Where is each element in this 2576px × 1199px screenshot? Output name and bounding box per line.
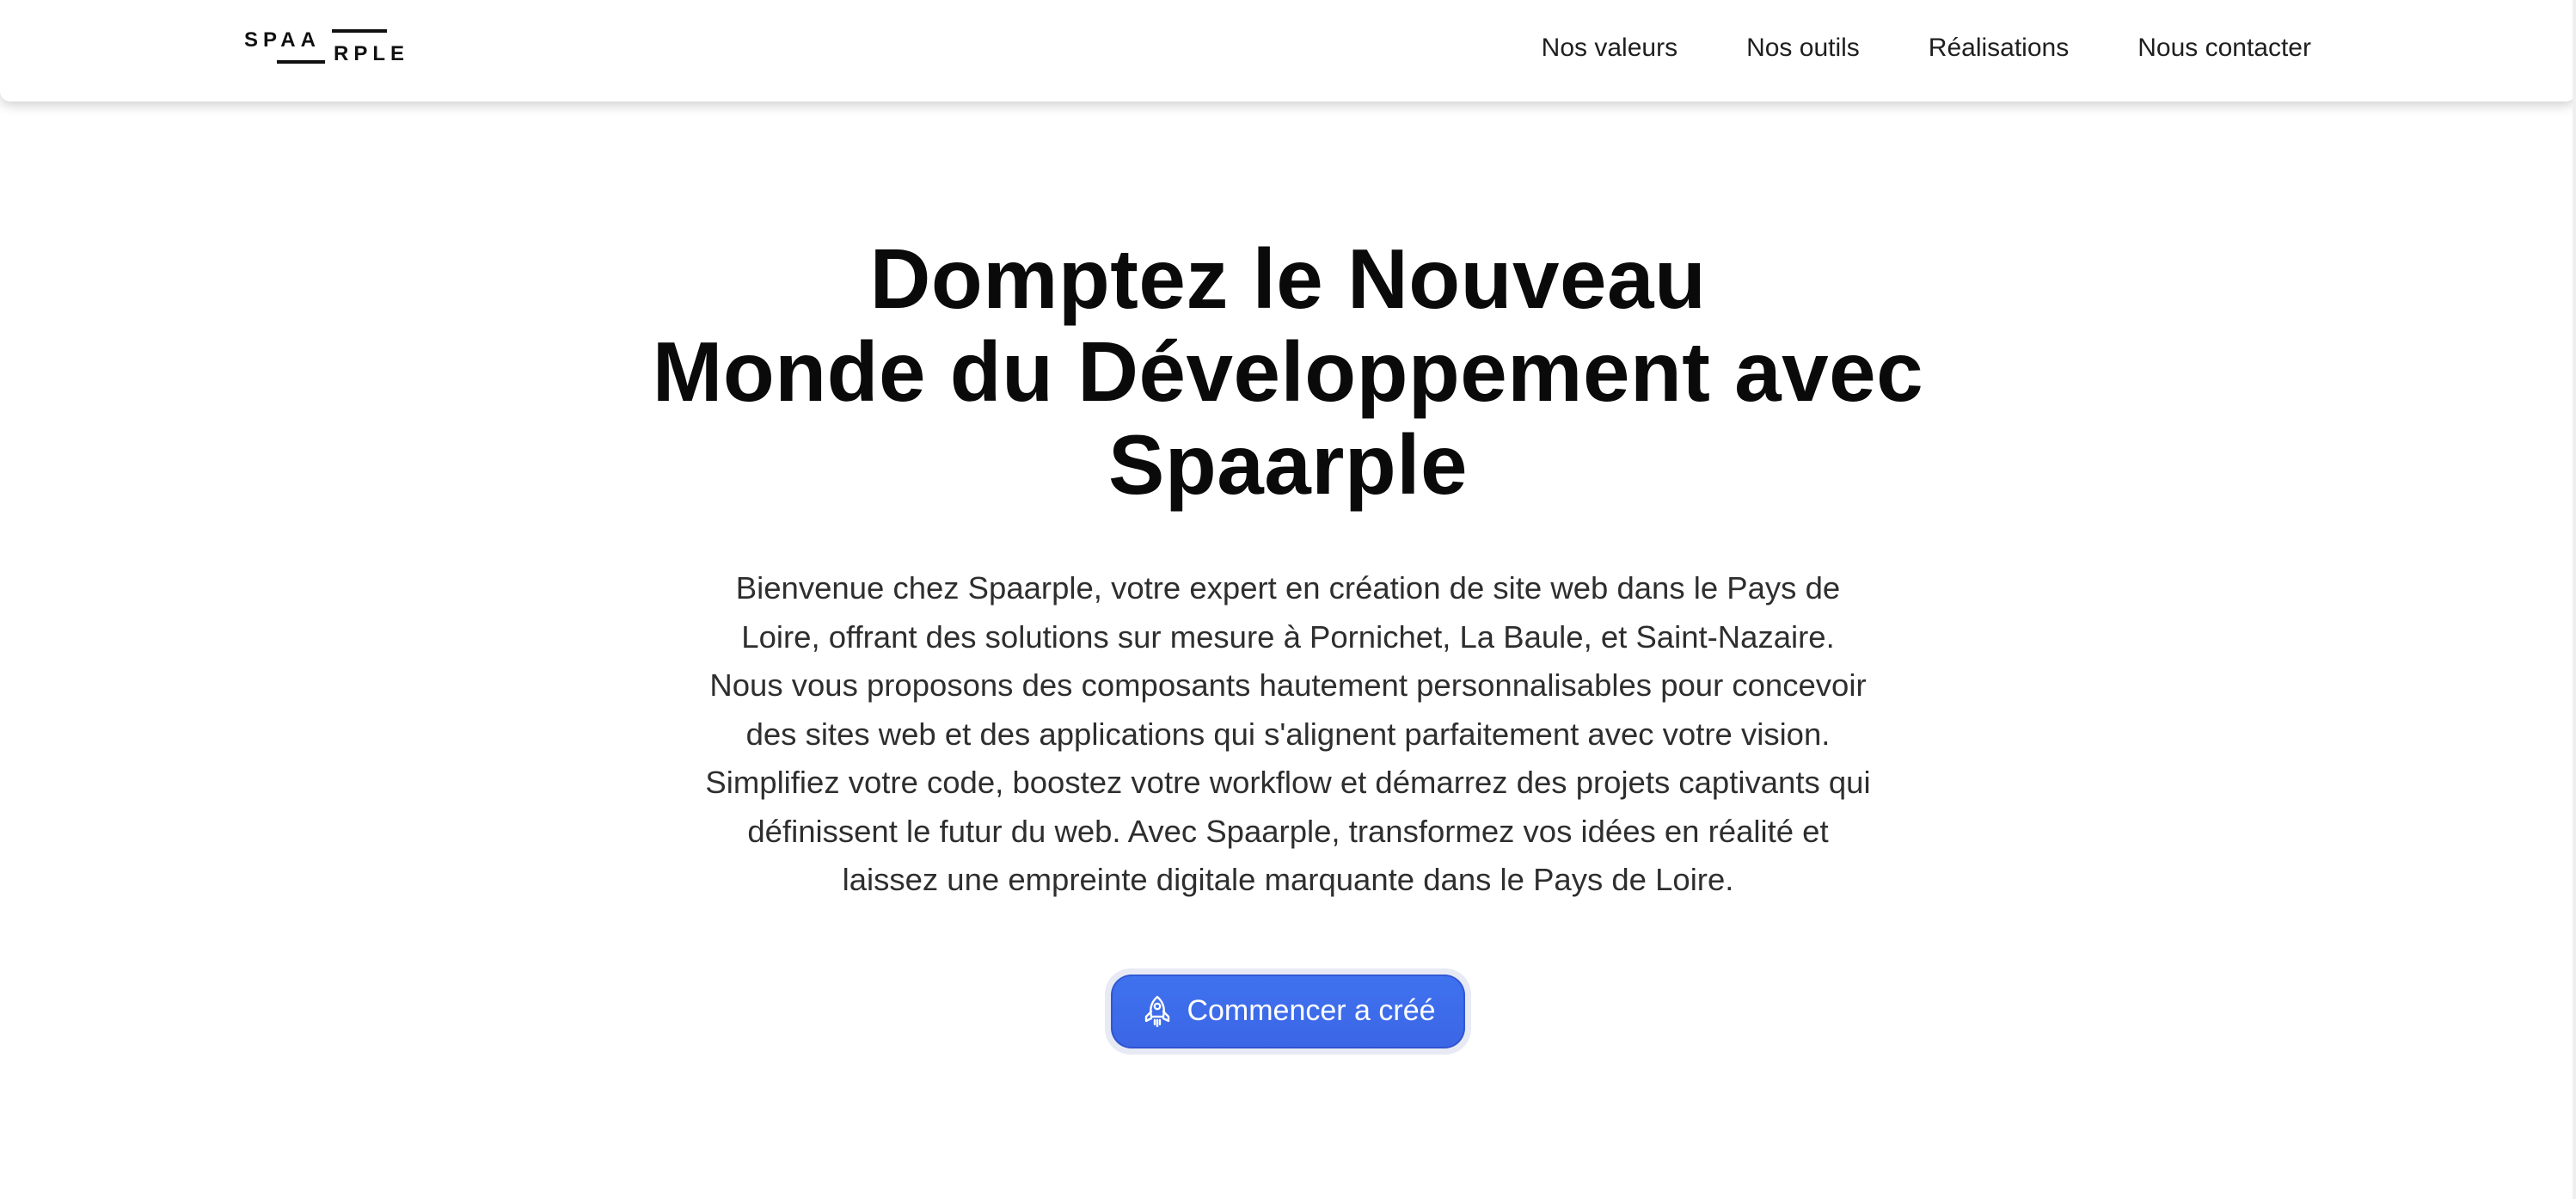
nav-item-nos-outils[interactable]: Nos outils: [1746, 29, 1860, 67]
hero-section: Domptez le Nouveau Monde du Développemen…: [0, 232, 2576, 1055]
nav-item-realisations[interactable]: Réalisations: [1929, 29, 2069, 67]
logo-link[interactable]: SPAA RPLE: [244, 28, 413, 69]
page-scroll-edge: [2573, 0, 2576, 1199]
site-header: SPAA RPLE Nos valeurs Nos outils Réalisa…: [0, 0, 2576, 101]
spaarple-logo: SPAA RPLE: [244, 28, 409, 65]
cta-focus-ring: Commencer a créé: [1105, 968, 1471, 1055]
hero-title-line-3: Spaarple: [1108, 417, 1468, 512]
nav-item-nous-contacter[interactable]: Nous contacter: [2137, 29, 2311, 67]
main-nav: Nos valeurs Nos outils Réalisations Nous…: [1542, 29, 2311, 67]
page: SPAA RPLE Nos valeurs Nos outils Réalisa…: [0, 0, 2576, 1199]
start-creating-button-label: Commencer a créé: [1187, 994, 1436, 1027]
hero-description: Bienvenue chez Spaarple, votre expert en…: [705, 570, 1871, 897]
hero-title: Domptez le Nouveau Monde du Développemen…: [600, 232, 1976, 511]
nav-item-nos-valeurs[interactable]: Nos valeurs: [1542, 29, 1677, 67]
logo-text-bottom: RPLE: [334, 42, 409, 65]
start-creating-button[interactable]: Commencer a créé: [1111, 974, 1465, 1048]
rocket-icon: [1142, 994, 1173, 1029]
logo-text-top: SPAA: [244, 28, 321, 52]
hero-title-line-1: Domptez le Nouveau: [869, 231, 1707, 326]
hero-title-line-2: Monde du Développement avec: [652, 324, 1924, 419]
